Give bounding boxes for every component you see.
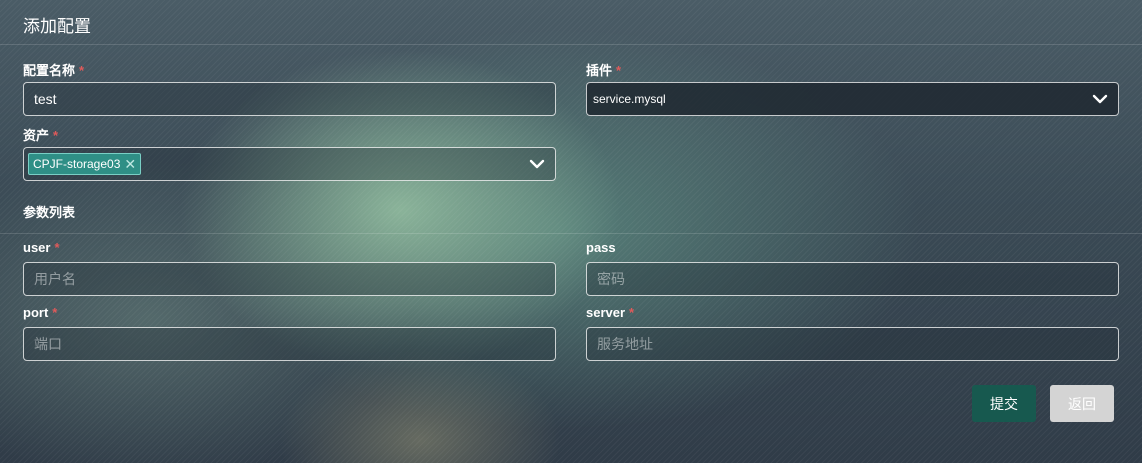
config-name-label: 配置名称 * [23,60,84,79]
plugin-selected-value: service.mysql [593,92,666,106]
chevron-down-icon[interactable] [1092,91,1108,107]
required-mark: * [79,63,85,78]
port-field[interactable] [23,327,556,361]
config-name-input[interactable] [24,83,555,115]
plugin-select[interactable]: service.mysql [586,82,1119,116]
port-label: port * [23,305,57,320]
asset-tag-label: CPJF-storage03 [33,157,121,171]
user-field[interactable] [23,262,556,296]
page-title: 添加配置 [23,17,91,36]
server-input[interactable] [587,328,1118,360]
user-label-text: user [23,240,51,255]
required-mark: * [629,305,635,320]
server-label: server * [586,305,634,320]
chevron-down-icon[interactable] [529,156,545,172]
tag-remove-icon[interactable]: ✕ [124,157,136,171]
pass-label: pass [586,240,616,255]
pass-label-text: pass [586,240,616,255]
back-button[interactable]: 返回 [1050,385,1114,422]
pass-input[interactable] [587,263,1118,295]
required-mark: * [52,305,58,320]
port-input[interactable] [24,328,555,360]
pass-field[interactable] [586,262,1119,296]
required-mark: * [54,240,60,255]
server-field[interactable] [586,327,1119,361]
title-divider [0,44,1142,45]
asset-multiselect[interactable]: CPJF-storage03 ✕ [23,147,556,181]
required-mark: * [53,128,59,143]
asset-label: 资产 * [23,125,58,144]
section-divider [0,233,1142,234]
config-name-label-text: 配置名称 [23,63,76,78]
submit-button[interactable]: 提交 [972,385,1036,422]
user-input[interactable] [24,263,555,295]
server-label-text: server [586,305,626,320]
asset-tag: CPJF-storage03 ✕ [28,153,142,175]
user-label: user * [23,240,60,255]
port-label-text: port [23,305,49,320]
plugin-label-text: 插件 [586,63,613,78]
asset-label-text: 资产 [23,128,50,143]
config-name-field[interactable] [23,82,556,116]
params-section-label: 参数列表 [23,205,76,220]
required-mark: * [616,63,622,78]
plugin-label: 插件 * [586,60,621,79]
